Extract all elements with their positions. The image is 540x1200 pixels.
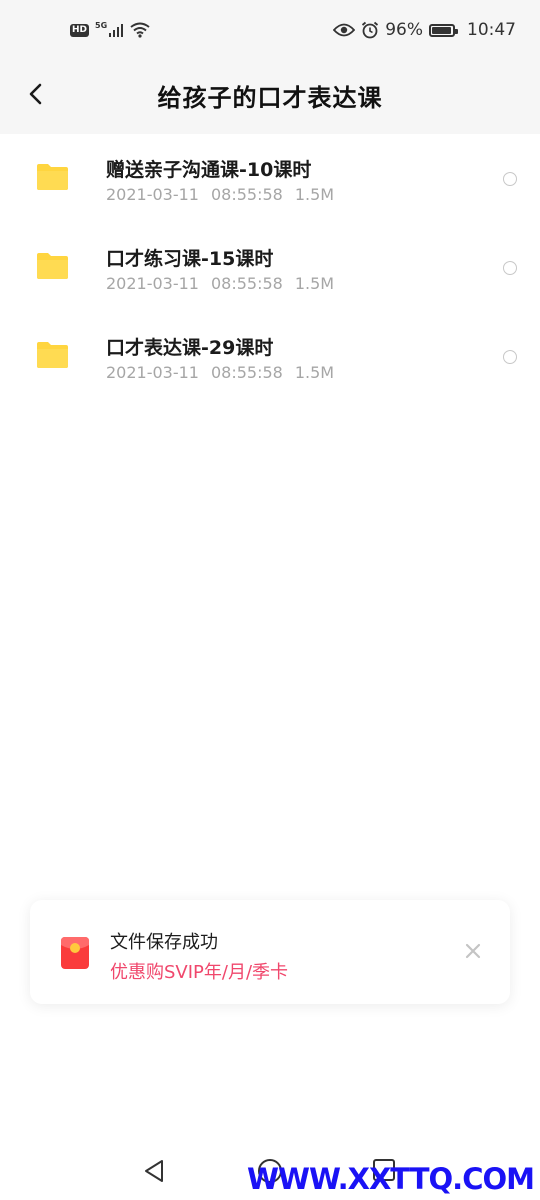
toast-title: 文件保存成功 (110, 932, 218, 953)
svip-promo-link[interactable]: 优惠购SVIP年/月/季卡 (110, 958, 288, 984)
file-date: 2021-03-11 (106, 274, 199, 293)
header: 给孩子的口才表达课 (0, 54, 540, 134)
folder-icon (37, 342, 68, 368)
file-date: 2021-03-11 (106, 363, 199, 382)
battery-fill (432, 26, 452, 34)
clock: 10:47 (467, 20, 516, 40)
battery-icon (429, 23, 458, 37)
select-radio[interactable] (503, 261, 517, 275)
file-meta: 2021-03-11 08:55:58 1.5M (106, 274, 334, 293)
file-size: 1.5M (294, 363, 335, 382)
select-radio[interactable] (503, 350, 517, 364)
nav-back-icon[interactable] (142, 1158, 166, 1184)
file-meta: 2021-03-11 08:55:58 1.5M (106, 185, 334, 204)
file-time: 08:55:58 (210, 185, 283, 204)
red-packet-icon (61, 937, 89, 969)
hd-badge: HD (70, 23, 90, 37)
file-size: 1.5M (294, 274, 335, 293)
file-time: 08:55:58 (210, 274, 283, 293)
close-icon[interactable] (464, 942, 482, 960)
file-row[interactable]: 口才表达课-29课时 2021-03-11 08:55:58 1.5M (0, 312, 540, 401)
network-type: 5G (95, 20, 108, 30)
file-meta: 2021-03-11 08:55:58 1.5M (106, 363, 334, 382)
file-date: 2021-03-11 (106, 185, 199, 204)
eye-icon (333, 23, 356, 37)
signal-icon (109, 24, 124, 37)
file-name: 赠送亲子沟通课-10课时 (106, 159, 312, 181)
save-success-toast: 文件保存成功 优惠购SVIP年/月/季卡 (30, 900, 510, 1004)
page-title: 给孩子的口才表达课 (157, 84, 383, 112)
battery-tip (455, 28, 458, 34)
file-name: 口才练习课-15课时 (106, 248, 274, 270)
select-radio[interactable] (503, 172, 517, 186)
watermark: WWW.XXTTQ.COM (246, 1162, 535, 1196)
status-bar: HD 5G 96% 10:47 (0, 0, 540, 54)
folder-icon (37, 253, 68, 279)
battery-percent: 96% (385, 20, 423, 40)
file-name: 口才表达课-29课时 (106, 337, 274, 359)
status-left: HD 5G (70, 20, 150, 38)
wifi-icon (130, 22, 150, 38)
folder-icon (37, 164, 68, 190)
status-right: 96% 10:47 (333, 20, 516, 40)
alarm-icon (362, 21, 379, 39)
file-row[interactable]: 口才练习课-15课时 2021-03-11 08:55:58 1.5M (0, 223, 540, 312)
file-row[interactable]: 赠送亲子沟通课-10课时 2021-03-11 08:55:58 1.5M (0, 134, 540, 223)
file-size: 1.5M (294, 185, 335, 204)
file-time: 08:55:58 (210, 363, 283, 382)
file-list: 赠送亲子沟通课-10课时 2021-03-11 08:55:58 1.5M 口才… (0, 134, 540, 401)
